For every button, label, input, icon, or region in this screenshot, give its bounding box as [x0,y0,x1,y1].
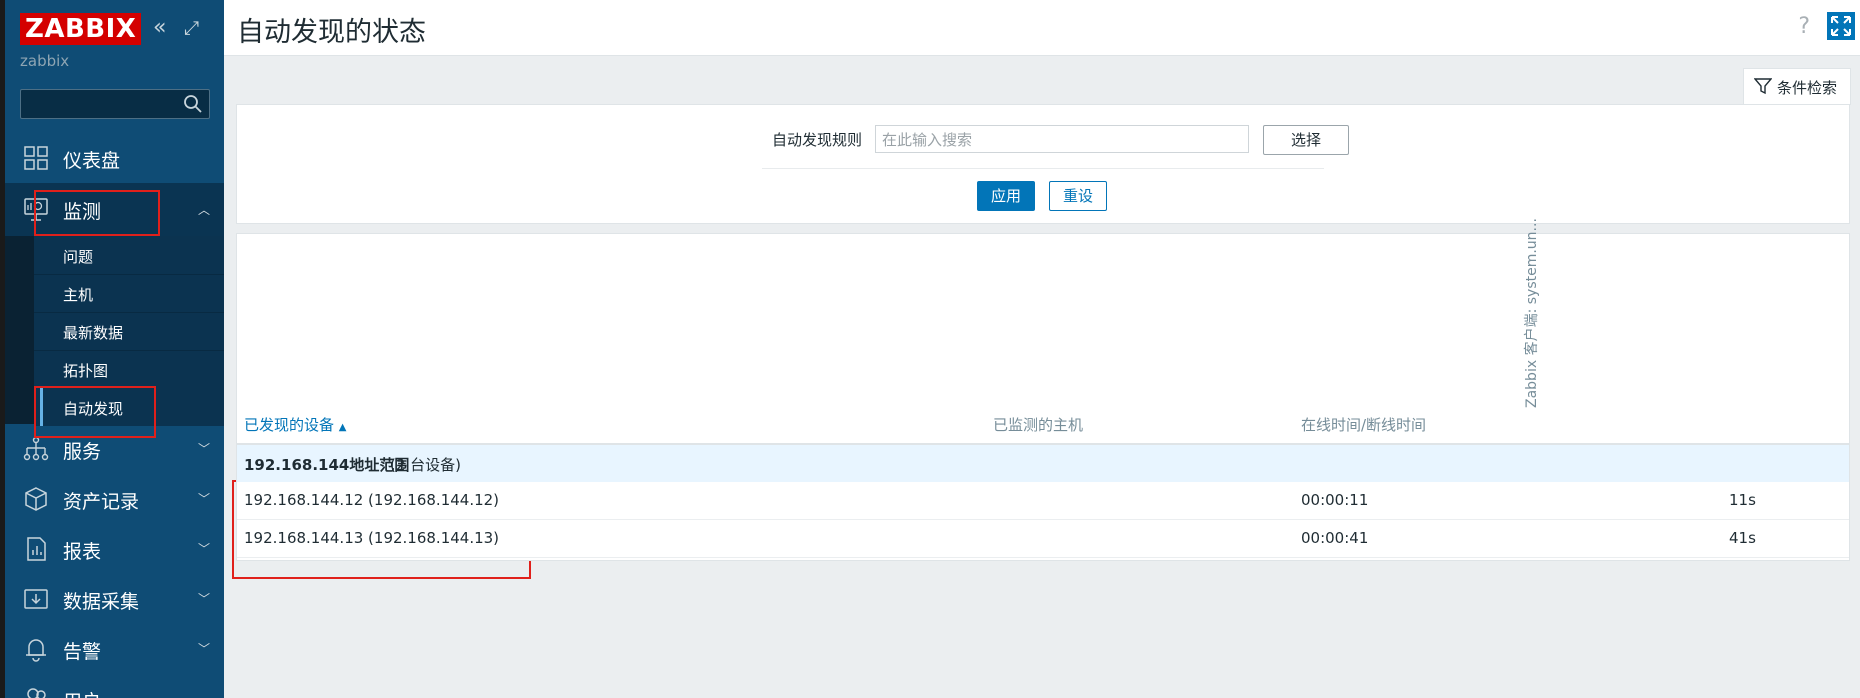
column-monitored-host: 已监测的主机 [993,416,1084,434]
chevron-up-icon: ︿ [197,203,210,217]
nav-services-label: 服务 [63,441,102,463]
table-row: 192.168.144.13 (192.168.144.13) 00:00:41… [237,520,1849,558]
collapse-sidebar-icon[interactable]: « [153,14,166,42]
page-header: 自动发现的状态 ? [224,0,1860,56]
sidebar-search-input[interactable] [20,89,210,119]
table-group-row: 192.168.144地址范围 (2 台设备) [237,445,1849,482]
chevron-down-icon: ﹀ [197,642,210,656]
highlight-box-monitoring [34,190,160,236]
discovery-table: 已发现的设备 ▲ 已监测的主机 在线时间/断线时间 Zabbix 客户端: sy… [236,218,1850,561]
nav-inventory-label: 资产记录 [63,491,140,513]
bell-icon [26,639,46,662]
highlight-box-discovery [34,386,156,438]
nav-inventory[interactable]: 资产记录 ﹀ [5,474,224,524]
username-label: zabbix [20,52,70,70]
discovery-rule-label: 自动发现规则 [772,131,863,149]
column-discovered-device[interactable]: 已发现的设备 ▲ [244,414,347,435]
nav-dashboard-label: 仪表盘 [63,150,121,172]
reset-button[interactable]: 重设 [1049,181,1107,211]
kiosk-mode-icon[interactable]: ⤢ [184,14,199,42]
group-name: 192.168.144地址范围 [244,456,410,474]
fullscreen-icon[interactable] [1827,12,1855,40]
device-cell: 192.168.144.13 (192.168.144.13) [244,529,500,547]
column-discovered-device-label: 已发现的设备 [244,416,335,434]
chevron-down-icon: ﹀ [197,492,210,506]
filter-tab-label: 条件检索 [1777,79,1838,97]
help-icon[interactable]: ? [1798,14,1810,39]
expand-icon [1831,16,1851,36]
data-collection-icon [24,589,48,609]
device-cell: 192.168.144.12 (192.168.144.12) [244,491,500,509]
table-row: 192.168.144.12 (192.168.144.12) 00:00:11… [237,482,1849,520]
submenu-hosts[interactable]: 主机 [34,274,224,313]
submenu-latest-data-label: 最新数据 [63,324,124,342]
inventory-icon [25,487,47,511]
search-icon[interactable] [183,94,203,114]
sort-asc-icon: ▲ [338,422,347,433]
column-uptime-downtime: 在线时间/断线时间 [1301,416,1427,434]
nav-data-collection-label: 数据采集 [63,591,140,613]
submenu-hosts-label: 主机 [63,286,94,304]
filter-tab[interactable]: 条件检索 [1743,68,1851,105]
submenu-maps[interactable]: 拓扑图 [34,350,224,389]
sidebar: ZABBIX « ⤢ zabbix 仪表盘 监测 ︿ 问题 主机 最新数据 拓扑… [0,0,224,698]
users-icon [27,688,46,698]
submenu-maps-label: 拓扑图 [63,362,109,380]
check-cell: 41s [1729,529,1756,547]
services-icon [23,436,49,461]
page-title: 自动发现的状态 [237,17,426,48]
nav-alerts[interactable]: 告警 ﹀ [5,624,224,674]
nav-dashboard[interactable]: 仪表盘 [5,133,224,183]
nav-reports-label: 报表 [63,541,102,563]
submenu-problems-label: 问题 [63,248,94,266]
column-agent-check: Zabbix 客户端: system.un... [1521,218,1541,408]
chevron-down-icon: ﹀ [197,542,210,556]
chevron-down-icon: ﹀ [197,442,210,456]
filter-icon [1754,78,1772,95]
nav-data-collection[interactable]: 数据采集 ﹀ [5,574,224,624]
submenu-latest-data[interactable]: 最新数据 [34,312,224,351]
filter-divider [762,168,1324,169]
column-agent-check-label: Zabbix 客户端: system.un... [1524,218,1540,408]
check-cell: 11s [1729,491,1756,509]
select-button[interactable]: 选择 [1263,125,1349,155]
nav-users-label: 用户 [63,687,101,698]
discovery-rule-input[interactable]: 在此输入搜索 [875,125,1249,153]
uptime-cell: 00:00:41 [1301,529,1369,547]
zabbix-logo[interactable]: ZABBIX [20,13,142,45]
uptime-cell: 00:00:11 [1301,491,1369,509]
nav-alerts-label: 告警 [63,641,102,663]
filter-panel: 自动发现规则 在此输入搜索 选择 应用 重设 [236,104,1850,224]
nav-users[interactable]: 用户 [5,674,224,698]
nav-reports[interactable]: 报表 ﹀ [5,524,224,574]
submenu-problems[interactable]: 问题 [34,236,224,275]
group-count: (2 台设备) [390,456,462,474]
dashboard-icon [24,146,48,170]
reports-icon [27,537,46,561]
chevron-down-icon: ﹀ [197,592,210,606]
apply-button[interactable]: 应用 [977,181,1035,211]
